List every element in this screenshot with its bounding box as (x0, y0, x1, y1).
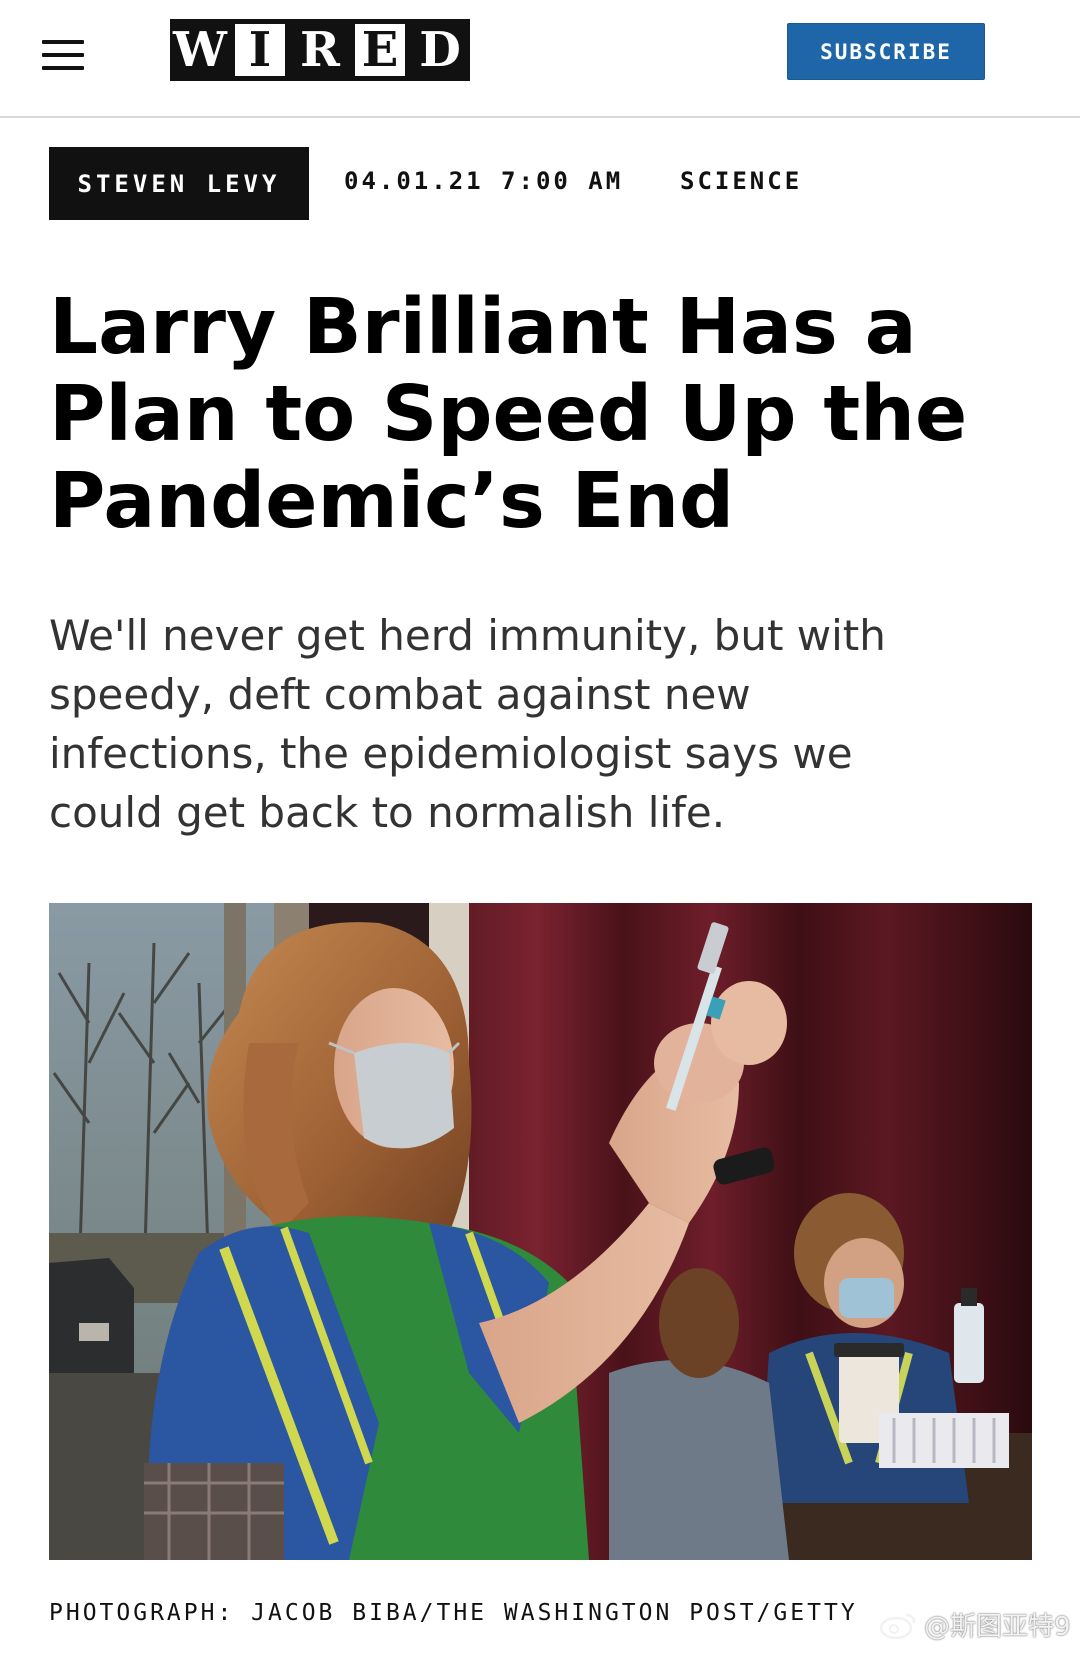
watermark-text: @斯图亚特9 (924, 1612, 1071, 1642)
headline-line: Plan to Speed Up the (49, 370, 968, 459)
logo-letter: E (350, 19, 410, 81)
weibo-logo-icon (879, 1613, 916, 1639)
dek-line: infections, the epidemiologist says we (49, 729, 853, 778)
article-headline: Larry Brilliant Has a Plan to Speed Up t… (49, 284, 1049, 545)
subscribe-button[interactable]: SUBSCRIBE (787, 23, 985, 80)
logo-letter: I (230, 19, 290, 81)
site-header: W I R E D SUBSCRIBE (0, 0, 1080, 118)
article-dek: We'll never get herd immunity, but with … (49, 606, 1039, 842)
dek-line: We'll never get herd immunity, but with (49, 611, 886, 660)
headline-line: Larry Brilliant Has a (49, 283, 917, 372)
author-byline[interactable]: STEVEN LEVY (49, 147, 309, 220)
weibo-watermark: @斯图亚特9 (878, 1606, 1071, 1643)
lead-photo (49, 903, 1032, 1560)
headline-line: Pandemic’s End (49, 457, 735, 546)
category-link[interactable]: SCIENCE (680, 167, 802, 195)
hamburger-menu-icon[interactable] (42, 40, 84, 70)
logo-letter: W (170, 19, 230, 81)
dek-line: speedy, deft combat against new (49, 670, 751, 719)
publish-date: 04.01.21 7:00 AM (344, 167, 624, 195)
logo-letter: R (290, 19, 350, 81)
dek-line: could get back to normalish life. (49, 788, 726, 837)
wired-logo[interactable]: W I R E D (170, 19, 470, 81)
logo-letter: D (410, 19, 470, 81)
